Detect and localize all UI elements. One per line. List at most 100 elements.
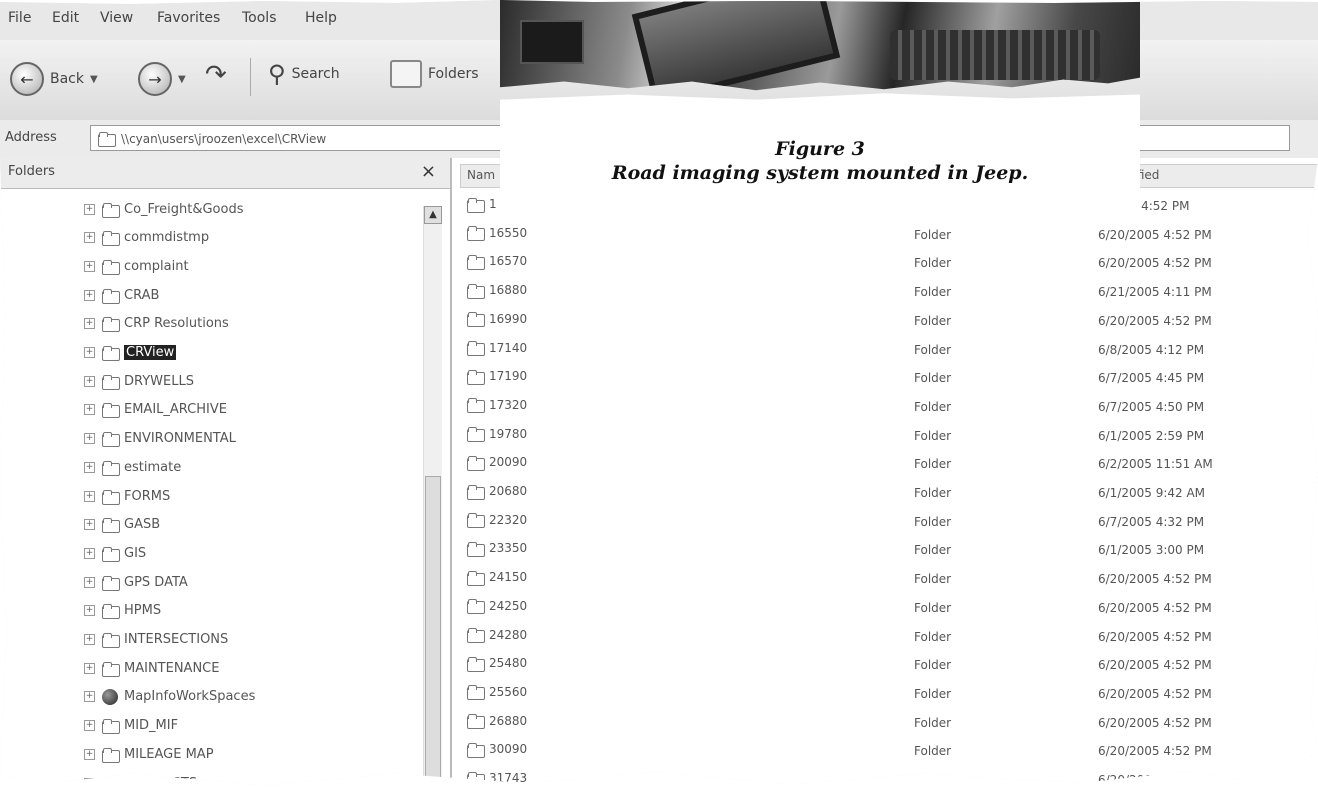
- expand-icon[interactable]: +: [84, 547, 95, 559]
- folder-icon: [101, 346, 120, 361]
- file-name-cell: 25480: [466, 656, 527, 672]
- tree-item[interactable]: + ENVIRONMENTAL: [84, 428, 236, 450]
- expand-icon[interactable]: +: [84, 490, 95, 502]
- file-row[interactable]: 17140 Folder 6/8/2005 4:12 PM: [466, 338, 1306, 360]
- file-row[interactable]: 30090 Folder 6/20/2005 4:52 PM: [466, 739, 1306, 761]
- tree-item[interactable]: + commdistmp: [84, 227, 209, 249]
- folder-icon: [466, 398, 485, 414]
- tree-item[interactable]: + estimate: [84, 456, 181, 478]
- file-row[interactable]: 20680 Folder 6/1/2005 9:42 AM: [466, 481, 1306, 503]
- tree-item[interactable]: + Co_Freight&Goods: [84, 198, 243, 220]
- expand-icon[interactable]: +: [84, 260, 95, 272]
- scroll-thumb[interactable]: [425, 476, 441, 786]
- file-name: 1: [489, 197, 497, 211]
- tree-item[interactable]: + MILEAGE MAP: [84, 743, 214, 765]
- file-row[interactable]: 31743 Folder 6/20/2005 4:52 PM: [466, 768, 1306, 786]
- expand-icon[interactable]: +: [84, 375, 95, 387]
- file-row[interactable]: 25480 Folder 6/20/2005 4:52 PM: [466, 653, 1306, 675]
- tree-item[interactable]: + GPS DATA: [84, 571, 188, 593]
- menu-file[interactable]: File: [8, 10, 31, 26]
- up-folder-button[interactable]: ↷: [205, 60, 227, 90]
- file-row[interactable]: 24150 Folder 6/20/2005 4:52 PM: [466, 567, 1306, 589]
- expand-icon[interactable]: +: [84, 289, 95, 301]
- expand-icon[interactable]: +: [84, 634, 95, 645]
- file-row[interactable]: 16990 Folder 6/20/2005 4:52 PM: [466, 309, 1306, 331]
- menu-favorites[interactable]: Favorites: [157, 10, 220, 26]
- forward-button[interactable]: → ▼: [138, 62, 186, 96]
- back-button[interactable]: ← Back ▼: [10, 62, 98, 96]
- folders-scrollbar[interactable]: ▲: [423, 206, 442, 786]
- file-row[interactable]: 17320 Folder 6/7/2005 4:50 PM: [466, 395, 1306, 417]
- tree-item[interactable]: + HPMS: [84, 600, 161, 622]
- dropdown-arrow-icon[interactable]: ▼: [178, 74, 186, 85]
- tree-item[interactable]: + GIS: [84, 542, 146, 564]
- close-icon[interactable]: ×: [421, 161, 436, 182]
- column-name[interactable]: Nam: [467, 168, 495, 182]
- search-button[interactable]: ⚲ Search: [268, 60, 340, 88]
- tree-item[interactable]: + GASB: [84, 514, 160, 536]
- folders-button[interactable]: Folders: [390, 60, 479, 88]
- file-row[interactable]: 16550 Folder 6/20/2005 4:52 PM: [466, 223, 1306, 245]
- folder-icon: [466, 541, 485, 557]
- expand-icon[interactable]: +: [84, 662, 95, 674]
- file-row[interactable]: 24280 Folder 6/20/2005 4:52 PM: [466, 625, 1306, 647]
- file-row[interactable]: 20090 Folder 6/2/2005 11:51 AM: [466, 452, 1306, 474]
- scroll-up-arrow-icon[interactable]: ▲: [424, 206, 442, 224]
- expand-icon[interactable]: +: [84, 748, 95, 760]
- folder-icon: [466, 513, 485, 529]
- file-row[interactable]: 24250 Folder 6/20/2005 4:52 PM: [466, 596, 1306, 618]
- menu-edit[interactable]: Edit: [52, 10, 79, 26]
- expand-icon[interactable]: +: [84, 433, 95, 445]
- file-row[interactable]: 26880 Folder 6/20/2005 4:52 PM: [466, 711, 1306, 733]
- file-type: Folder: [914, 227, 952, 242]
- file-row[interactable]: 22320 Folder 6/7/2005 4:32 PM: [466, 510, 1306, 532]
- expand-icon[interactable]: +: [84, 720, 95, 732]
- expand-icon[interactable]: +: [84, 347, 95, 358]
- tree-item[interactable]: + complaint: [84, 255, 189, 277]
- tree-item[interactable]: + MAINTENANCE: [84, 657, 219, 679]
- expand-icon[interactable]: +: [84, 232, 95, 244]
- menu-view[interactable]: View: [100, 10, 133, 26]
- file-type: Folder: [914, 572, 952, 587]
- file-name: 17320: [489, 397, 528, 412]
- expand-icon[interactable]: +: [84, 519, 95, 531]
- tree-item[interactable]: + MILEPOSTS: [84, 772, 197, 786]
- expand-icon[interactable]: +: [84, 605, 95, 617]
- tree-item[interactable]: + EMAIL_ARCHIVE: [84, 399, 227, 421]
- expand-icon[interactable]: +: [84, 404, 95, 416]
- tree-item-label: MapInfoWorkSpaces: [124, 689, 256, 705]
- file-type: Folder: [914, 744, 952, 759]
- tree-item[interactable]: + FORMS: [84, 485, 170, 507]
- expand-icon[interactable]: +: [84, 461, 95, 473]
- tree-item-label: HPMS: [124, 603, 162, 619]
- file-name: 24280: [489, 627, 528, 642]
- file-row[interactable]: 25560 Folder 6/20/2005 4:52 PM: [466, 682, 1306, 704]
- back-label: Back: [50, 71, 84, 87]
- menu-help[interactable]: Help: [305, 10, 337, 26]
- tree-item-label: ENVIRONMENTAL: [124, 431, 236, 447]
- tree-item-label: INTERSECTIONS: [124, 632, 229, 647]
- dropdown-arrow-icon[interactable]: ▼: [90, 74, 98, 85]
- tree-item[interactable]: + DRYWELLS: [84, 370, 194, 392]
- tree-item[interactable]: + CRP Resolutions: [84, 313, 229, 335]
- file-row[interactable]: 16880 Folder 6/21/2005 4:11 PM: [466, 280, 1306, 302]
- tree-item[interactable]: + MapInfoWorkSpaces: [84, 686, 255, 708]
- tree-item[interactable]: + CRAB: [84, 284, 159, 306]
- file-name: 20680: [489, 484, 528, 498]
- folder-icon: [101, 403, 120, 419]
- expand-icon[interactable]: +: [84, 576, 95, 588]
- file-row[interactable]: 16570 Folder 6/20/2005 4:52 PM: [466, 251, 1306, 273]
- expand-icon[interactable]: +: [84, 691, 95, 703]
- tree-item[interactable]: + INTERSECTIONS: [84, 629, 228, 651]
- tree-item[interactable]: + CRView: [84, 342, 177, 364]
- folder-icon: [466, 254, 485, 270]
- file-name-cell: 20680: [466, 484, 528, 500]
- expand-icon[interactable]: +: [84, 203, 95, 215]
- expand-icon[interactable]: +: [84, 777, 95, 786]
- file-row[interactable]: 17190 Folder 6/7/2005 4:45 PM: [466, 366, 1306, 388]
- menu-tools[interactable]: Tools: [242, 10, 277, 26]
- file-row[interactable]: 23350 Folder 6/1/2005 3:00 PM: [466, 538, 1306, 560]
- expand-icon[interactable]: +: [84, 318, 95, 330]
- tree-item[interactable]: + MID_MIF: [84, 715, 178, 737]
- file-row[interactable]: 19780 Folder 6/1/2005 2:59 PM: [466, 424, 1306, 446]
